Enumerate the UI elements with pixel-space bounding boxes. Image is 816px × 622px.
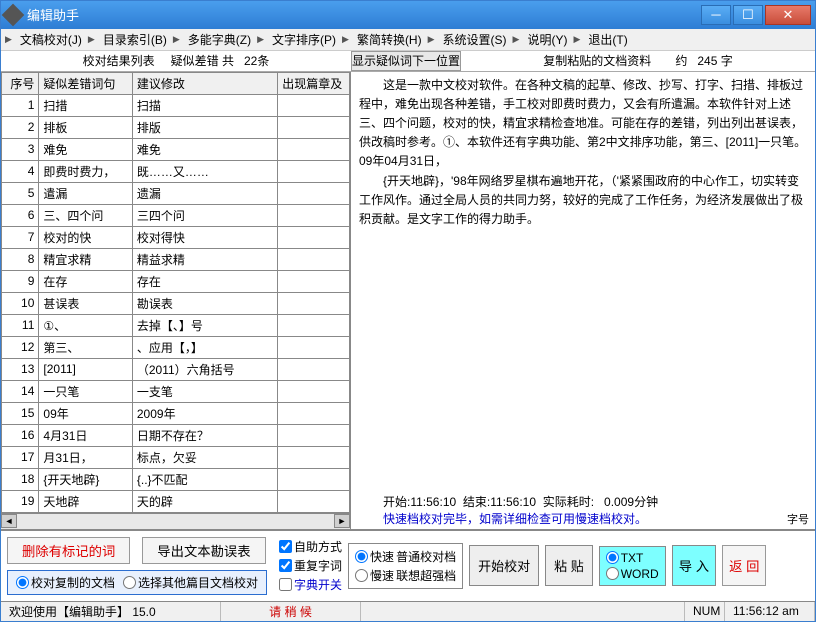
error-table: 序号 疑似差错词句 建议修改 出现篇章及 1扫措扫描2排板排版3难免难免4即费时… (1, 72, 350, 513)
window-title: 编辑助手 (27, 5, 699, 24)
radio-word[interactable]: WORD (606, 567, 659, 581)
col-suggest[interactable]: 建议修改 (132, 72, 277, 94)
menu-proofread[interactable]: 文稿校对(J) (14, 29, 88, 50)
controls-panel: 删除有标记的词 导出文本勘误表 校对复制的文档 选择其他篇目文档校对 自助方式 … (1, 530, 815, 601)
chk-repeat-words[interactable]: 重复字词 (279, 557, 342, 574)
font-size-label[interactable]: 字号 (787, 511, 809, 527)
table-row[interactable]: 7校对的快校对得快 (2, 226, 350, 248)
maximize-button[interactable]: ☐ (733, 5, 763, 25)
table-row[interactable]: 14一只笔一支笔 (2, 380, 350, 402)
export-button[interactable]: 导出文本勘误表 (142, 537, 265, 564)
col-error[interactable]: 疑似差错词句 (39, 72, 132, 94)
completion-message: 快速档校对完毕，如需详细检查可用慢速档校对。 (383, 512, 647, 526)
menu-settings[interactable]: 系统设置(S) (437, 29, 513, 50)
menu-arrow-icon: ▶ (5, 34, 12, 45)
menu-dict[interactable]: 多能字典(Z) (182, 29, 257, 50)
col-chapter[interactable]: 出现篇章及 (278, 72, 350, 94)
table-row[interactable]: 13[2011]（2011）六角括号 (2, 358, 350, 380)
table-row[interactable]: 18{开天地辟}{..}不匹配 (2, 468, 350, 490)
table-row[interactable]: 1扫措扫描 (2, 94, 350, 116)
table-row[interactable]: 1509年2009年 (2, 402, 350, 424)
menu-convert[interactable]: 繁简转换(H) (351, 29, 428, 50)
menu-index[interactable]: 目录索引(B) (97, 29, 173, 50)
scroll-right-icon[interactable]: ► (334, 514, 350, 528)
status-time: 11:56:12 am (733, 604, 799, 618)
table-row[interactable]: 11①、去掉【、】号 (2, 314, 350, 336)
col-seq[interactable]: 序号 (2, 72, 39, 94)
delete-marked-button[interactable]: 删除有标记的词 (7, 537, 130, 564)
status-num: NUM (693, 604, 720, 618)
menubar: ▶文稿校对(J) ▶目录索引(B) ▶多能字典(Z) ▶文字排序(P) ▶繁简转… (1, 29, 815, 51)
radio-slow[interactable]: 慢速 联想超强档 (355, 567, 456, 584)
table-row[interactable]: 19天地辟天的辟 (2, 490, 350, 512)
radio-txt[interactable]: TXT (606, 551, 659, 565)
statusbar: 欢迎使用【编辑助手】 15.0 请 稍 候 NUM 11:56:12 am (1, 601, 815, 621)
radio-fast[interactable]: 快速 普通校对档 (355, 548, 456, 565)
scroll-left-icon[interactable]: ◄ (1, 514, 17, 528)
radio-other-doc[interactable]: 选择其他篇目文档校对 (123, 574, 258, 591)
error-count: 22条 (244, 54, 269, 68)
status-welcome: 欢迎使用【编辑助手】 15.0 (9, 603, 156, 620)
chk-self-mode[interactable]: 自助方式 (279, 538, 342, 555)
table-row[interactable]: 164月31日日期不存在？ (2, 424, 350, 446)
document-text[interactable]: 这是一款中文校对软件。在各种文稿的起草、修改、抄写、打字、扫措、排板过程中，难免… (351, 72, 815, 491)
result-list-label: 校对结果列表 (83, 52, 155, 69)
table-row[interactable]: 5遣漏遗漏 (2, 182, 350, 204)
table-row[interactable]: 9在存存在 (2, 270, 350, 292)
table-row[interactable]: 4即费时费力，既……又…… (2, 160, 350, 182)
table-row[interactable]: 12第三、、应用【，】 (2, 336, 350, 358)
char-count: 245 字 (697, 54, 732, 68)
table-row[interactable]: 8精宜求精精益求精 (2, 248, 350, 270)
radio-copied-doc[interactable]: 校对复制的文档 (16, 574, 115, 591)
close-button[interactable]: ✕ (765, 5, 811, 25)
return-button[interactable]: 返 回 (722, 545, 766, 586)
menu-exit[interactable]: 退出(T) (582, 29, 633, 50)
minimize-button[interactable]: ─ (701, 5, 731, 25)
timing-info: 开始:11:56:10 结束:11:56:10 实际耗时: 0.009分钟 (359, 493, 807, 510)
paste-button[interactable]: 粘 贴 (545, 545, 593, 586)
table-row[interactable]: 10甚误表勘误表 (2, 292, 350, 314)
table-row[interactable]: 2排板排版 (2, 116, 350, 138)
menu-sort[interactable]: 文字排序(P) (266, 29, 342, 50)
table-row[interactable]: 3难免难免 (2, 138, 350, 160)
dict-toggle-link[interactable]: 字典开关 (279, 576, 342, 593)
menu-help[interactable]: 说明(Y) (521, 29, 573, 50)
show-next-button[interactable]: 显示疑似词下一位置 (351, 51, 461, 70)
table-row[interactable]: 6三、四个问三四个问 (2, 204, 350, 226)
titlebar: 编辑助手 ─ ☐ ✕ (1, 1, 815, 29)
table-row[interactable]: 17月31日，标点，欠妥 (2, 446, 350, 468)
status-ime: 请 稍 候 (269, 603, 312, 620)
import-button[interactable]: 导 入 (672, 545, 716, 586)
horizontal-scrollbar[interactable]: ◄ ► (1, 513, 350, 529)
doc-info-label: 复制粘贴的文档资料 (543, 52, 651, 69)
app-icon (2, 4, 25, 27)
start-proofread-button[interactable]: 开始校对 (469, 545, 539, 586)
